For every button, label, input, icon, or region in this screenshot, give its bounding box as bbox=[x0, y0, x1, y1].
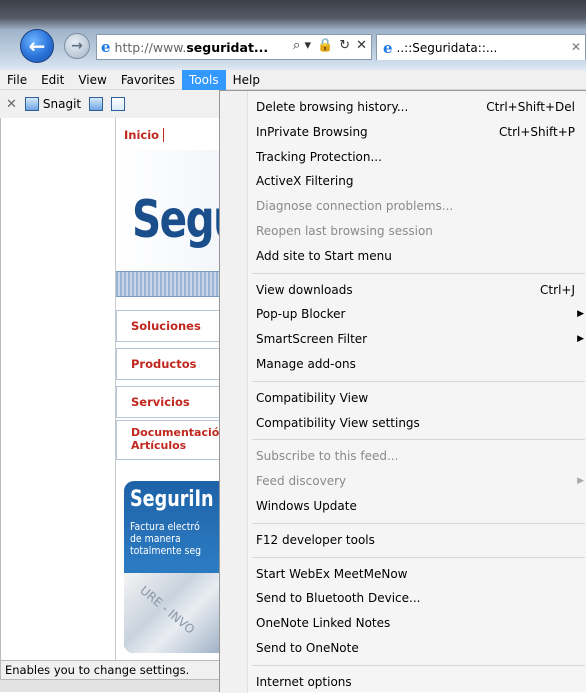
nav-articulos-label: Artículos bbox=[131, 439, 187, 452]
snagit-edit-icon[interactable] bbox=[111, 97, 126, 111]
tab-seguridata[interactable]: e ..::Seguridata::... ✕ bbox=[376, 34, 586, 60]
menu-help[interactable]: Help bbox=[226, 70, 267, 90]
refresh-icon[interactable]: ↻ bbox=[339, 38, 350, 53]
menu-item-popup-blocker[interactable]: Pop-up Blocker ▶ bbox=[220, 302, 586, 327]
snagit-capture-icon[interactable] bbox=[89, 97, 104, 111]
menu-separator bbox=[220, 661, 586, 670]
menu-item-send-bluetooth[interactable]: Send to Bluetooth Device... bbox=[220, 586, 586, 611]
menu-item-reopen-last-session: Reopen last browsing session bbox=[256, 223, 433, 238]
shortcut-label: Ctrl+Shift+Del bbox=[486, 100, 575, 114]
menu-item-send-to-onenote[interactable]: Send to OneNote bbox=[220, 636, 586, 661]
menu-item-f12-developer-tools[interactable]: F12 developer tools bbox=[220, 528, 586, 553]
status-bar: Enables you to change settings. bbox=[0, 660, 220, 680]
nav-inicio-link[interactable]: Inicio bbox=[124, 128, 165, 142]
nav-servicios-link[interactable]: Servicios bbox=[116, 386, 220, 418]
arrow-right-icon: → bbox=[71, 38, 83, 54]
menu-item-tracking-protection[interactable]: Tracking Protection... bbox=[220, 145, 586, 170]
menu-item-feed-discovery: Feed discovery ▶ bbox=[220, 469, 586, 494]
promo-photo-text: URE - INVO bbox=[137, 583, 198, 637]
menu-separator bbox=[220, 377, 586, 386]
menu-item-onenote-linked-notes[interactable]: OneNote Linked Notes bbox=[220, 611, 586, 636]
shortcut-label: Ctrl+J bbox=[540, 282, 575, 297]
menu-item-compatibility-view-settings[interactable]: Compatibility View settings bbox=[220, 411, 586, 436]
menu-separator bbox=[220, 435, 586, 444]
submenu-arrow-icon: ▶ bbox=[577, 476, 584, 487]
tools-dropdown-menu: Delete browsing history... Ctrl+Shift+Del… bbox=[219, 90, 586, 695]
nav-productos-link[interactable]: Productos bbox=[116, 348, 220, 380]
snagit-button[interactable]: Snagit bbox=[24, 97, 82, 111]
bottom-edge bbox=[0, 680, 220, 692]
menu-item-internet-options[interactable]: Internet options bbox=[220, 670, 586, 695]
promo-subtitle: Factura electró de manera totalmente seg bbox=[130, 520, 202, 557]
command-toolbar: ✕ Snagit bbox=[0, 90, 220, 118]
menu-separator bbox=[220, 269, 586, 278]
nav-soluciones-link[interactable]: Soluciones bbox=[116, 310, 220, 342]
menu-bar: File Edit View Favorites Tools Help bbox=[0, 69, 586, 90]
menu-item-inprivate-browsing[interactable]: InPrivate Browsing Ctrl+Shift+P bbox=[220, 120, 586, 145]
search-dropdown-icon[interactable]: ⌕ ▾ bbox=[293, 38, 311, 53]
close-toolbar-icon[interactable]: ✕ bbox=[6, 97, 17, 112]
address-url: http://www.seguridat... bbox=[114, 39, 269, 55]
menu-item-windows-update[interactable]: Windows Update bbox=[220, 494, 586, 519]
menu-item-activex-filtering[interactable]: ActiveX Filtering bbox=[220, 169, 586, 194]
menu-item-manage-addons[interactable]: Manage add-ons bbox=[220, 352, 586, 377]
ie-tab-icon: e bbox=[383, 38, 393, 57]
menu-item-start-webex[interactable]: Start WebEx MeetMeNow bbox=[220, 562, 586, 587]
stop-icon[interactable]: ✕ bbox=[356, 38, 367, 53]
menu-separator bbox=[220, 553, 586, 562]
promo-photo: URE - INVO bbox=[124, 573, 220, 653]
promo-banner[interactable]: SeguriIn Factura electró de manera total… bbox=[124, 481, 220, 653]
submenu-arrow-icon: ▶ bbox=[577, 334, 584, 345]
tab-title: ..::Seguridata::... bbox=[396, 40, 498, 55]
menu-file[interactable]: File bbox=[0, 70, 34, 90]
menu-view[interactable]: View bbox=[71, 70, 113, 90]
arrow-left-icon: ← bbox=[28, 34, 46, 58]
menu-item-compatibility-view[interactable]: Compatibility View bbox=[220, 386, 586, 411]
nav-documentacion-label: Documentació bbox=[131, 426, 220, 439]
compatibility-icon[interactable]: 🔒 bbox=[317, 38, 333, 53]
ie-site-icon: e bbox=[101, 38, 111, 56]
menu-item-diagnose-connection: Diagnose connection problems... bbox=[256, 199, 454, 214]
site-logo: Segu bbox=[116, 150, 242, 270]
shortcut-label: Ctrl+Shift+P bbox=[499, 124, 575, 139]
menu-item-delete-browsing-history[interactable]: Delete browsing history... Ctrl+Shift+Del bbox=[220, 95, 586, 120]
snagit-label: Snagit bbox=[42, 97, 82, 111]
decorative-stripe bbox=[116, 271, 220, 297]
nav-documentacion-link[interactable]: Documentació Artículos bbox=[116, 420, 220, 460]
menu-favorites[interactable]: Favorites bbox=[114, 70, 182, 90]
menu-item-smartscreen-filter[interactable]: SmartScreen Filter ▶ bbox=[220, 327, 586, 352]
menu-item-subscribe-feed: Subscribe to this feed... bbox=[256, 449, 399, 464]
menu-separator bbox=[220, 519, 586, 528]
address-bar[interactable]: e http://www.seguridat... ⌕ ▾ 🔒 ↻ ✕ bbox=[96, 34, 372, 60]
menu-item-view-downloads[interactable]: View downloads Ctrl+J bbox=[220, 278, 586, 303]
menu-item-add-site-start-menu[interactable]: Add site to Start menu bbox=[220, 244, 586, 269]
back-button[interactable]: ← bbox=[20, 29, 54, 63]
page-sidebar: Inicio Segu Soluciones Productos Servici… bbox=[115, 118, 242, 660]
menu-tools[interactable]: Tools bbox=[182, 69, 226, 90]
submenu-arrow-icon: ▶ bbox=[577, 309, 584, 320]
menu-edit[interactable]: Edit bbox=[34, 70, 71, 90]
tab-close-icon[interactable]: ✕ bbox=[571, 40, 581, 54]
forward-button[interactable]: → bbox=[64, 33, 90, 59]
browser-chrome: ← → e http://www.seguridat... ⌕ ▾ 🔒 ↻ ✕ … bbox=[0, 0, 586, 70]
promo-title: SeguriIn bbox=[130, 487, 214, 512]
web-page: Inicio Segu Soluciones Productos Servici… bbox=[0, 118, 242, 660]
snagit-icon bbox=[24, 97, 39, 111]
